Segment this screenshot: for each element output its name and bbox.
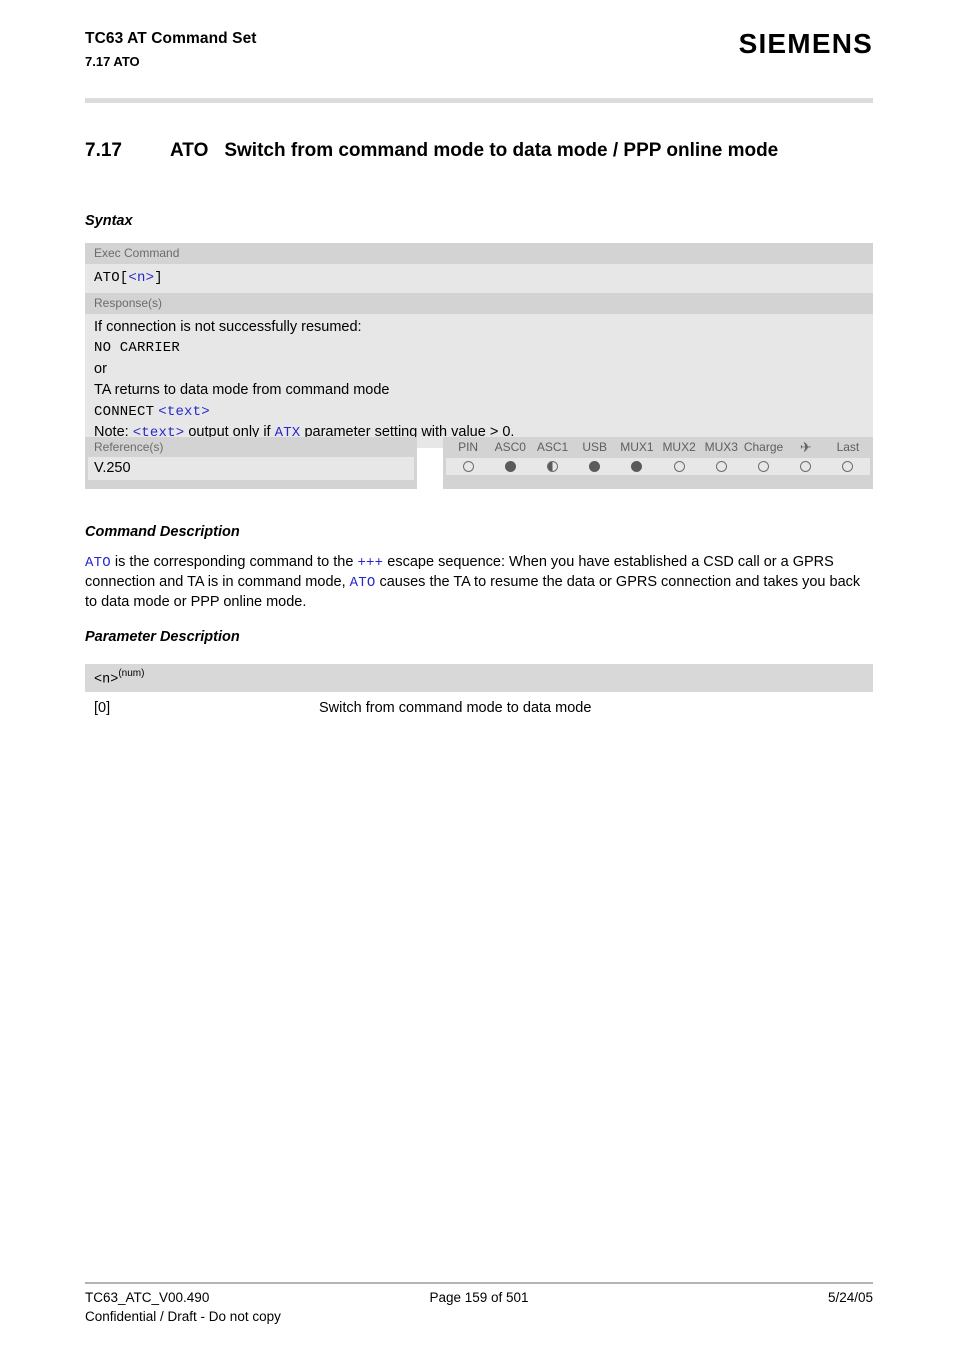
- port-cell-airplane: [785, 460, 827, 472]
- port-state-empty-icon: [758, 460, 770, 472]
- port-header-row: PIN ASC0 ASC1 USB MUX1 MUX2 MUX3 Charge ✈ Last: [443, 437, 873, 457]
- footer-divider: [85, 1282, 873, 1284]
- port-header-mux3: MUX3: [704, 440, 738, 454]
- port-cell-asc0: [489, 460, 531, 472]
- response-line-4: TA returns to data mode from command mod…: [94, 381, 390, 398]
- port-state-empty-icon: [800, 460, 812, 472]
- reference-value-wrap: V.250: [88, 457, 414, 480]
- port-availability-table: PIN ASC0 ASC1 USB MUX1 MUX2 MUX3 Charge ✈ Last: [443, 437, 873, 489]
- port-state-half-icon: [547, 460, 558, 472]
- reference-value: V.250: [94, 460, 131, 476]
- response-line-5: CONNECT <text>: [94, 401, 864, 422]
- exec-command-row: ATO[<n>]: [85, 264, 873, 294]
- port-state-empty-icon: [842, 460, 854, 472]
- document-footer: TC63_ATC_V00.490 Page 159 of 501 5/24/05…: [85, 1290, 873, 1324]
- port-state-full-icon: [589, 460, 601, 472]
- siemens-logo: SIEMENS: [738, 28, 873, 59]
- port-header-usb: USB: [582, 440, 608, 454]
- parameter-value-description: Switch from command mode to data mode: [319, 700, 592, 717]
- footer-confidential-notice: Confidential / Draft - Do not copy: [85, 1309, 281, 1324]
- airplane-glyph: ✈: [799, 439, 812, 455]
- port-header-mux1: MUX1: [620, 440, 654, 454]
- response-connect-param: <text>: [158, 403, 210, 420]
- reference-label: Reference(s): [94, 440, 164, 454]
- port-cell-usb: [574, 460, 616, 472]
- port-dots-row: [447, 460, 869, 472]
- parameter-description-heading: Parameter Description: [85, 629, 240, 645]
- section-number: 7.17: [85, 140, 122, 161]
- exec-command-label: Exec Command: [85, 243, 873, 264]
- airplane-icon: ✈: [785, 440, 827, 457]
- section-heading: 7.17 ATO Switch from command mode to data…: [85, 138, 875, 165]
- reference-box: Reference(s) V.250: [85, 437, 417, 489]
- port-cell-last: [827, 460, 869, 472]
- port-header-asc1: ASC1: [536, 440, 569, 454]
- document-page: TC63 AT Command Set 7.17 ATO SIEMENS 7.1…: [0, 0, 954, 1351]
- port-header-charge: Charge: [743, 440, 784, 454]
- footer-row-top: TC63_ATC_V00.490 Page 159 of 501 5/24/05: [85, 1290, 873, 1305]
- port-header-pin: PIN: [458, 440, 479, 454]
- document-title: TC63 AT Command Set: [85, 30, 257, 47]
- port-state-empty-icon: [462, 460, 474, 472]
- port-state-full-icon: [631, 460, 643, 472]
- port-state-full-icon: [504, 460, 516, 472]
- section-title: Switch from command mode to data mode / …: [224, 140, 779, 161]
- parameter-rows: [0] Switch from command mode to data mode: [85, 692, 873, 716]
- command-description-paragraph: ATO is the corresponding command to the …: [85, 553, 875, 611]
- port-header-mux2: MUX2: [662, 440, 696, 454]
- response-connect-keyword: CONNECT: [94, 403, 155, 420]
- cmd-text-1: is the corresponding command to the: [110, 554, 358, 570]
- exec-command-prefix: ATO[: [94, 270, 129, 286]
- response-row: If connection is not successfully resume…: [85, 314, 873, 449]
- port-state-empty-icon: [673, 460, 685, 472]
- footer-page-number: Page 159 of 501: [429, 1290, 529, 1305]
- port-cell-mux2: [658, 460, 700, 472]
- port-cell-charge: [742, 460, 784, 472]
- section-heading-body: ATO Switch from command mode to data mode…: [170, 138, 875, 165]
- parameter-row: [0] Switch from command mode to data mode: [85, 692, 873, 716]
- cmd-code-ato-2: ATO: [349, 574, 376, 591]
- port-state-empty-icon: [715, 460, 727, 472]
- port-dots-wrap: [446, 457, 870, 475]
- parameter-type: (num): [118, 668, 145, 679]
- syntax-table: Exec Command ATO[<n>] Response(s) If con…: [85, 243, 873, 449]
- response-line-3: or: [94, 360, 107, 377]
- exec-command-param: <n>: [128, 270, 155, 286]
- response-line-1: If connection is not successfully resume…: [94, 319, 362, 336]
- footer-doc-id: TC63_ATC_V00.490: [85, 1290, 210, 1305]
- parameter-header: <n>(num): [85, 664, 873, 693]
- port-cell-mux1: [616, 460, 658, 472]
- header-divider: [85, 98, 873, 103]
- cmd-code-ato-1: ATO: [85, 555, 111, 571]
- section-command-name: ATO: [170, 140, 209, 161]
- reference-ports-strip: Reference(s) V.250 PIN ASC0 ASC1 USB MUX1 MUX…: [85, 437, 873, 489]
- exec-command-suffix: ]: [154, 270, 163, 286]
- syntax-heading: Syntax: [85, 213, 133, 229]
- port-header-last: Last: [836, 440, 860, 454]
- port-cell-pin: [447, 460, 489, 472]
- parameter-table: <n>(num) [0] Switch from command mode to …: [85, 664, 873, 716]
- port-cell-mux3: [700, 460, 742, 472]
- parameter-name: <n>: [94, 672, 119, 688]
- header-section-ref: 7.17 ATO: [85, 54, 140, 70]
- footer-date: 5/24/05: [827, 1290, 873, 1305]
- port-cell-asc1: [531, 460, 573, 472]
- document-header: TC63 AT Command Set 7.17 ATO SIEMENS: [85, 28, 873, 72]
- cmd-code-escape: +++: [357, 555, 384, 571]
- response-line-2: NO CARRIER: [94, 340, 181, 357]
- command-description-heading: Command Description: [85, 524, 240, 540]
- response-label: Response(s): [85, 293, 873, 315]
- header-left-block: TC63 AT Command Set 7.17 ATO: [85, 28, 257, 72]
- port-header-asc0: ASC0: [494, 440, 526, 454]
- parameter-value: [0]: [94, 700, 111, 717]
